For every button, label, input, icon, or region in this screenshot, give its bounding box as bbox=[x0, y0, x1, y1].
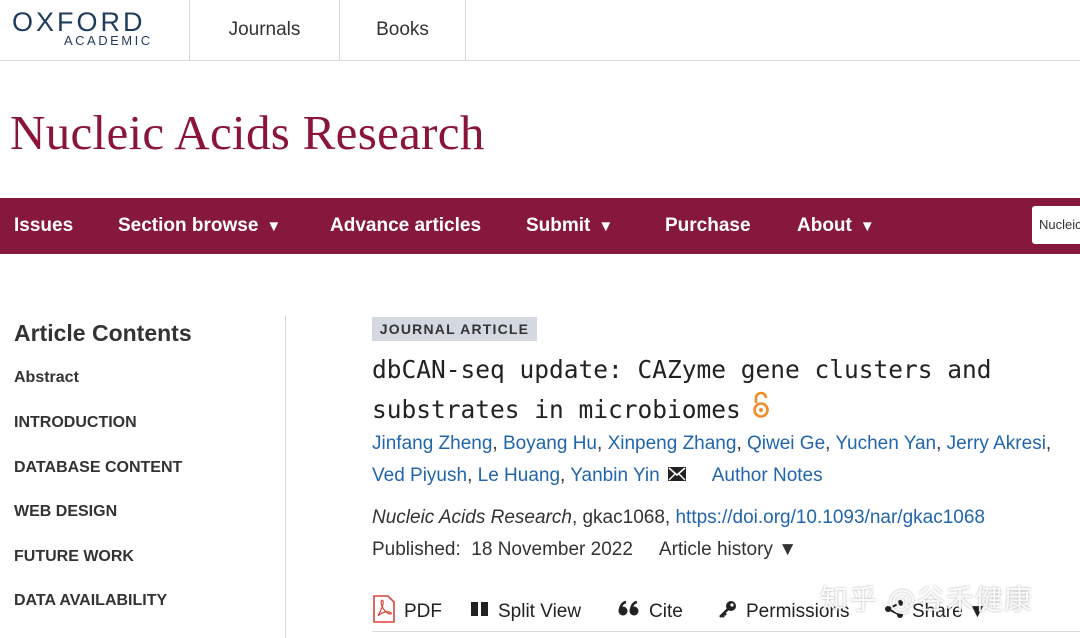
pdf-button[interactable]: PDF bbox=[372, 594, 442, 629]
sidebar-item-introduction[interactable]: INTRODUCTION bbox=[14, 414, 137, 432]
author-link[interactable]: Yanbin Yin bbox=[570, 465, 659, 486]
sidebar-item-data-availability[interactable]: DATA AVAILABILITY bbox=[14, 592, 167, 610]
journal-title[interactable]: Nucleic Acids Research bbox=[10, 104, 485, 161]
topnav-journals[interactable]: Journals bbox=[190, 0, 340, 60]
nav-purchase[interactable]: Purchase bbox=[665, 198, 751, 254]
article-title-line-2: substrates in microbiomes bbox=[372, 395, 741, 424]
article-title: dbCAN-seq update: CAZyme gene clusters a… bbox=[372, 350, 1072, 432]
article-type-badge: JOURNAL ARTICLE bbox=[372, 317, 537, 341]
chevron-down-icon: ▼ bbox=[266, 217, 282, 235]
author-separator: , bbox=[597, 433, 608, 454]
author-notes-link[interactable]: Author Notes bbox=[712, 465, 823, 486]
article-id: , gkac1068, bbox=[571, 507, 676, 528]
author-separator: , bbox=[467, 465, 478, 487]
pdf-icon bbox=[372, 594, 404, 629]
nav-advance-articles[interactable]: Advance articles bbox=[330, 198, 481, 254]
journal-name: Nucleic Acids Research bbox=[372, 507, 572, 528]
author-link[interactable]: Jerry Akresi bbox=[947, 433, 1046, 454]
article-contents-sidebar: Article Contents Abstract INTRODUCTION D… bbox=[0, 316, 286, 638]
open-access-icon bbox=[751, 390, 771, 432]
article-title-line-1: dbCAN-seq update: CAZyme gene clusters a… bbox=[372, 355, 992, 384]
split-view-button[interactable]: Split View bbox=[470, 601, 581, 623]
search-scope-select[interactable]: Nucleic bbox=[1032, 206, 1080, 244]
nav-about-label: About bbox=[797, 215, 852, 236]
chevron-down-icon: ▼ bbox=[598, 217, 614, 235]
author-link[interactable]: Yuchen Yan bbox=[835, 433, 936, 454]
published-date: 18 November 2022 bbox=[471, 539, 633, 560]
mail-icon[interactable] bbox=[667, 460, 686, 492]
author-separator: , bbox=[560, 465, 571, 487]
author-link[interactable]: Ved Piyush bbox=[372, 465, 467, 486]
nav-section-browse[interactable]: Section browse ▼ bbox=[118, 198, 281, 254]
published-label: Published: bbox=[372, 539, 461, 560]
sidebar-item-future-work[interactable]: FUTURE WORK bbox=[14, 548, 134, 566]
author-link[interactable]: Qiwei Ge bbox=[747, 433, 825, 454]
quote-icon bbox=[617, 600, 649, 624]
oxford-academic-logo[interactable]: OXFORD ACADEMIC bbox=[0, 0, 190, 60]
author-separator: , bbox=[936, 433, 947, 454]
nav-submit[interactable]: Submit ▼ bbox=[526, 198, 613, 254]
article-history-toggle[interactable]: Article history ▼ bbox=[659, 539, 797, 560]
author-separator: , bbox=[736, 433, 748, 454]
sidebar-item-abstract[interactable]: Abstract bbox=[14, 369, 79, 387]
sidebar-title: Article Contents bbox=[14, 320, 192, 346]
author-link[interactable]: Boyang Hu bbox=[503, 433, 597, 454]
watermark: 知乎 @谷禾健康 bbox=[820, 583, 1033, 616]
nav-purchase-label: Purchase bbox=[665, 215, 751, 236]
cite-button[interactable]: Cite bbox=[617, 600, 683, 624]
nav-advance-articles-label: Advance articles bbox=[330, 215, 482, 236]
author-separator: , bbox=[1045, 433, 1052, 454]
author-separator: , bbox=[825, 433, 836, 454]
split-view-label: Split View bbox=[498, 600, 582, 622]
top-bar: OXFORD ACADEMIC Journals Books bbox=[0, 0, 1080, 61]
sidebar-item-database-content[interactable]: DATABASE CONTENT bbox=[14, 459, 182, 477]
author-link[interactable]: Jinfang Zheng bbox=[372, 433, 492, 454]
pdf-label: PDF bbox=[404, 600, 442, 622]
nav-section-browse-label: Section browse bbox=[118, 215, 259, 236]
author-list: Jinfang Zheng, Boyang Hu, Xinpeng Zhang,… bbox=[372, 428, 1080, 492]
key-icon bbox=[718, 599, 746, 625]
author-link[interactable]: Xinpeng Zhang bbox=[608, 433, 737, 454]
chevron-down-icon: ▼ bbox=[859, 217, 875, 235]
split-view-icon bbox=[470, 601, 498, 623]
topnav-books[interactable]: Books bbox=[340, 0, 466, 60]
article-title-line-2-wrap: substrates in microbiomes bbox=[372, 390, 1072, 432]
nav-about[interactable]: About ▼ bbox=[797, 198, 875, 254]
nav-submit-label: Submit bbox=[526, 215, 591, 236]
logo-line-2: ACADEMIC bbox=[64, 33, 153, 48]
author-separator: , bbox=[492, 433, 503, 454]
citation-line: Nucleic Acids Research, gkac1068, https:… bbox=[372, 507, 985, 529]
author-link[interactable]: Le Huang bbox=[478, 465, 560, 486]
nav-issues-label: Issues bbox=[14, 215, 74, 236]
cite-label: Cite bbox=[649, 600, 683, 622]
nav-issues[interactable]: Issues bbox=[14, 198, 73, 254]
sidebar-item-web-design[interactable]: WEB DESIGN bbox=[14, 503, 117, 521]
doi-link[interactable]: https://doi.org/10.1093/nar/gkac1068 bbox=[675, 507, 985, 528]
published-row: Published: 18 November 2022 Article histo… bbox=[372, 539, 797, 561]
main-nav: Issues Section browse ▼ Advance articles… bbox=[0, 198, 1080, 254]
